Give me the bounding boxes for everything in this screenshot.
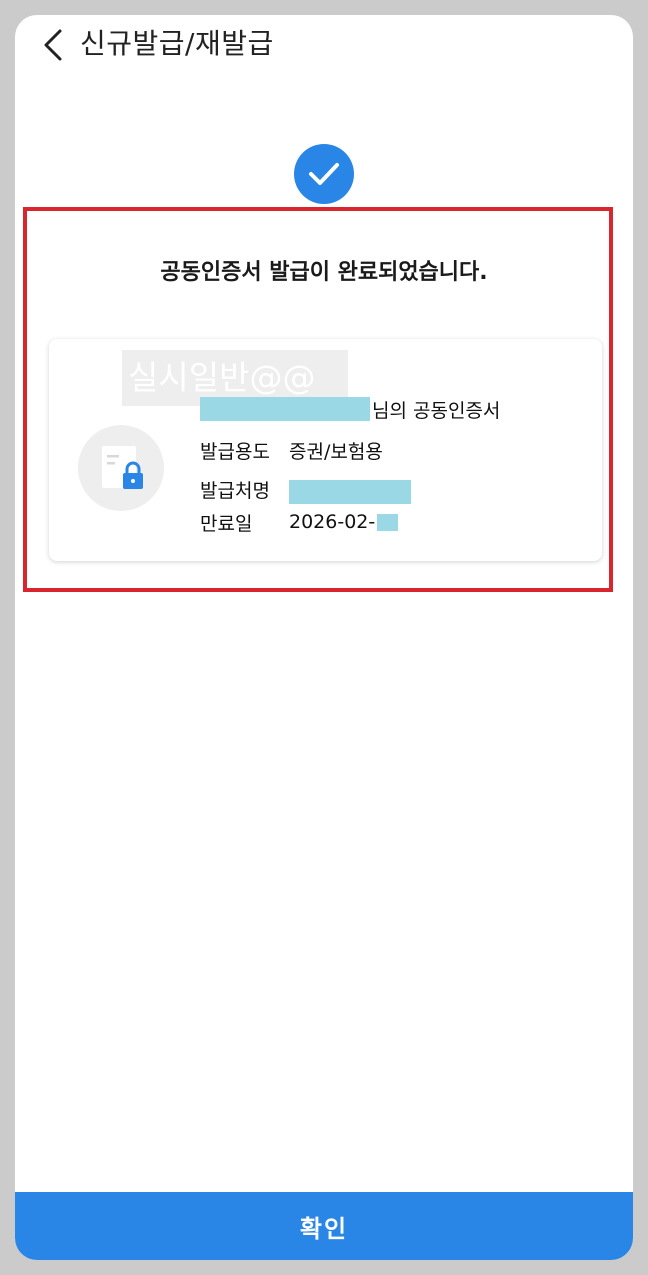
field-value: 증권/보험용 <box>289 440 383 463</box>
check-circle-icon <box>294 144 354 204</box>
page-title: 신규발급/재발급 <box>80 27 274 60</box>
certificate-owner: 님의 공동인증서 <box>200 397 501 422</box>
certificate-lock-icon <box>102 446 143 489</box>
header: 신규발급/재발급 <box>15 15 633 75</box>
redacted-expiry-day <box>377 513 399 531</box>
field-label: 만료일 <box>200 512 253 535</box>
field-row-usage: 발급용도 증권/보험용 <box>200 436 383 464</box>
field-label: 발급처명 <box>200 479 270 502</box>
field-row-issuer: 발급처명 <box>200 475 411 504</box>
app-screen: 신규발급/재발급 공동인증서 발급이 완료되었습니다. 실시일반@@ 님의 공동… <box>15 15 633 1260</box>
certificate-icon-circle <box>78 425 164 511</box>
device-frame: 신규발급/재발급 공동인증서 발급이 완료되었습니다. 실시일반@@ 님의 공동… <box>0 0 648 1275</box>
back-button[interactable] <box>37 27 69 63</box>
completion-message: 공동인증서 발급이 완료되었습니다. <box>160 260 488 285</box>
redacted-owner-name <box>200 397 370 421</box>
field-value: 2026-02- <box>289 511 376 533</box>
certificate-card: 실시일반@@ 님의 공동인증서 발급용도 증권/보험용 발급처명 만료일 202… <box>49 339 602 561</box>
owner-suffix: 님의 공동인증서 <box>372 399 501 422</box>
field-row-expiry: 만료일 2026-02- <box>200 508 399 536</box>
redacted-issuer <box>289 480 411 504</box>
field-label: 발급용도 <box>200 440 270 463</box>
chevron-left-icon <box>44 29 62 61</box>
confirm-button[interactable]: 확인 <box>15 1192 633 1260</box>
